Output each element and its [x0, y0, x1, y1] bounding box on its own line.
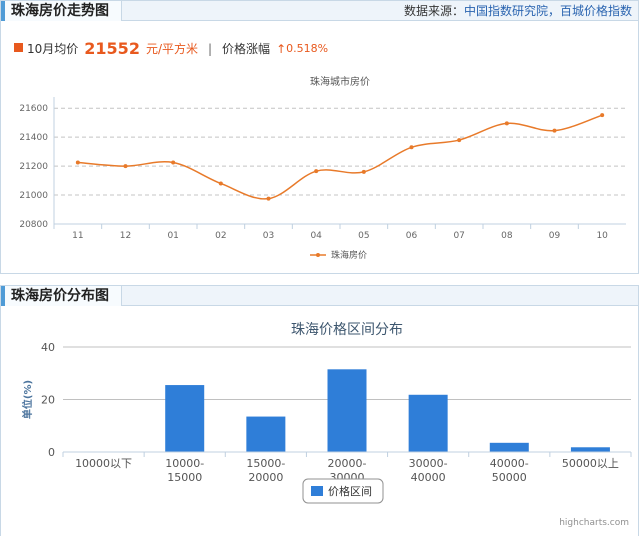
price-unit: 元/平方米: [145, 42, 198, 56]
bar-chart-x-tick-label: 50000以上: [562, 457, 619, 470]
line-legend-label: 珠海房价: [331, 249, 367, 261]
line-data-point: [552, 128, 557, 133]
line-chart-y-tick-label: 21000: [19, 191, 48, 201]
line-data-point: [123, 164, 128, 169]
line-chart-title: 珠海城市房价: [310, 75, 370, 88]
trend-panel-header: 珠海房价走势图 数据来源：中国指数研究院，百城价格指数: [1, 1, 638, 21]
price-trend-panel: 珠海房价走势图 数据来源：中国指数研究院，百城价格指数 10月均价 21552 元/…: [0, 0, 639, 274]
line-chart-x-tick-label: 07: [453, 231, 464, 241]
average-price-value: 21552: [84, 39, 140, 58]
line-chart-x-tick-label: 11: [72, 231, 83, 241]
line-chart-y-tick-label: 21600: [19, 104, 48, 114]
line-chart-x-tick-label: 01: [167, 231, 178, 241]
bar-1: [165, 385, 205, 452]
price-distribution-panel: 珠海房价分布图 珠海价格区间分布 0 20 40 单位(%) 10000以下 10000-1…: [0, 285, 639, 536]
bar-legend-swatch: [311, 486, 323, 496]
line-chart-x-tick-label: 10: [596, 231, 608, 241]
line-chart-x-tick-label: 05: [358, 231, 369, 241]
month-average-label: 10月均价: [27, 42, 79, 56]
line-chart-x-tick-label: 02: [215, 231, 226, 241]
price-change-label: 价格涨幅: [222, 42, 271, 56]
bar-6: [570, 447, 610, 452]
bar-chart-y-axis-label: 单位(%): [21, 380, 34, 419]
line-data-point: [314, 169, 319, 174]
trend-panel-tab[interactable]: 珠海房价走势图: [1, 1, 122, 21]
line-chart-x-tick-label: 03: [263, 231, 274, 241]
bar-chart-y-tick-label: 20: [41, 394, 55, 407]
up-arrow-icon: ↑: [276, 41, 287, 56]
bar-chart-x-tick-label: 15000-20000: [246, 457, 285, 484]
line-data-point: [457, 138, 462, 143]
summary-square-icon: [14, 43, 23, 52]
line-data-point: [409, 145, 414, 150]
line-chart-x-tick-label: 06: [406, 231, 418, 241]
line-legend-marker: [316, 253, 320, 257]
bar-3: [327, 369, 367, 452]
line-data-point: [600, 113, 605, 118]
line-chart-x-tick-label: 12: [120, 231, 131, 241]
line-chart-x-tick-label: 04: [310, 231, 322, 241]
line-data-point: [266, 196, 271, 201]
price-change-value: 0.518%: [286, 42, 329, 55]
data-source-label: 数据来源：: [403, 4, 464, 18]
line-data-point: [171, 160, 176, 165]
bar-4: [408, 394, 448, 452]
bar-chart-x-tick-label: 40000-50000: [490, 457, 529, 484]
line-series-zhuhai: [77, 114, 603, 200]
watermark-text: highcharts.com: [559, 518, 629, 528]
price-line-chart: 珠海城市房价 20800 21000 21200 21400 21600 11 12 01 02 0…: [19, 75, 626, 261]
bar-chart-y-tick-label: 40: [41, 341, 55, 354]
line-chart-y-tick-label: 20800: [19, 220, 48, 230]
bar-2: [246, 416, 286, 452]
data-source: 数据来源：中国指数研究院，百城价格指数: [404, 1, 632, 21]
bar-legend-label: 价格区间: [328, 484, 372, 498]
bar-chart-y-tick-label: 0: [48, 446, 55, 459]
data-source-link[interactable]: 中国指数研究院，百城价格指数: [464, 4, 632, 18]
line-chart-y-tick-label: 21400: [19, 133, 48, 143]
bar-chart-title: 珠海价格区间分布: [291, 322, 403, 338]
line-data-point: [361, 169, 366, 174]
line-chart-x-tick-label: 09: [549, 231, 561, 241]
line-data-point: [504, 121, 509, 126]
bar-chart-x-tick-label: 30000-40000: [409, 457, 448, 484]
distribution-panel-header: 珠海房价分布图: [1, 286, 638, 306]
bar-chart-x-tick-label: 10000-15000: [165, 457, 204, 484]
line-data-point: [218, 181, 223, 186]
price-summary: 10月均价 21552 元/平方米 | 价格涨幅 ↑0.518%: [14, 39, 329, 58]
bar-5: [489, 442, 529, 452]
line-chart-x-tick-label: 08: [501, 231, 513, 241]
distribution-panel-tab[interactable]: 珠海房价分布图: [1, 286, 122, 306]
summary-separator: |: [208, 41, 213, 56]
bar-chart-x-tick-label: 10000以下: [75, 457, 132, 470]
price-bar-chart: 珠海价格区间分布 0 20 40 单位(%) 10000以下 10000-15000 1500…: [21, 322, 632, 528]
line-data-point: [75, 160, 80, 165]
line-chart-y-tick-label: 21200: [19, 162, 48, 172]
